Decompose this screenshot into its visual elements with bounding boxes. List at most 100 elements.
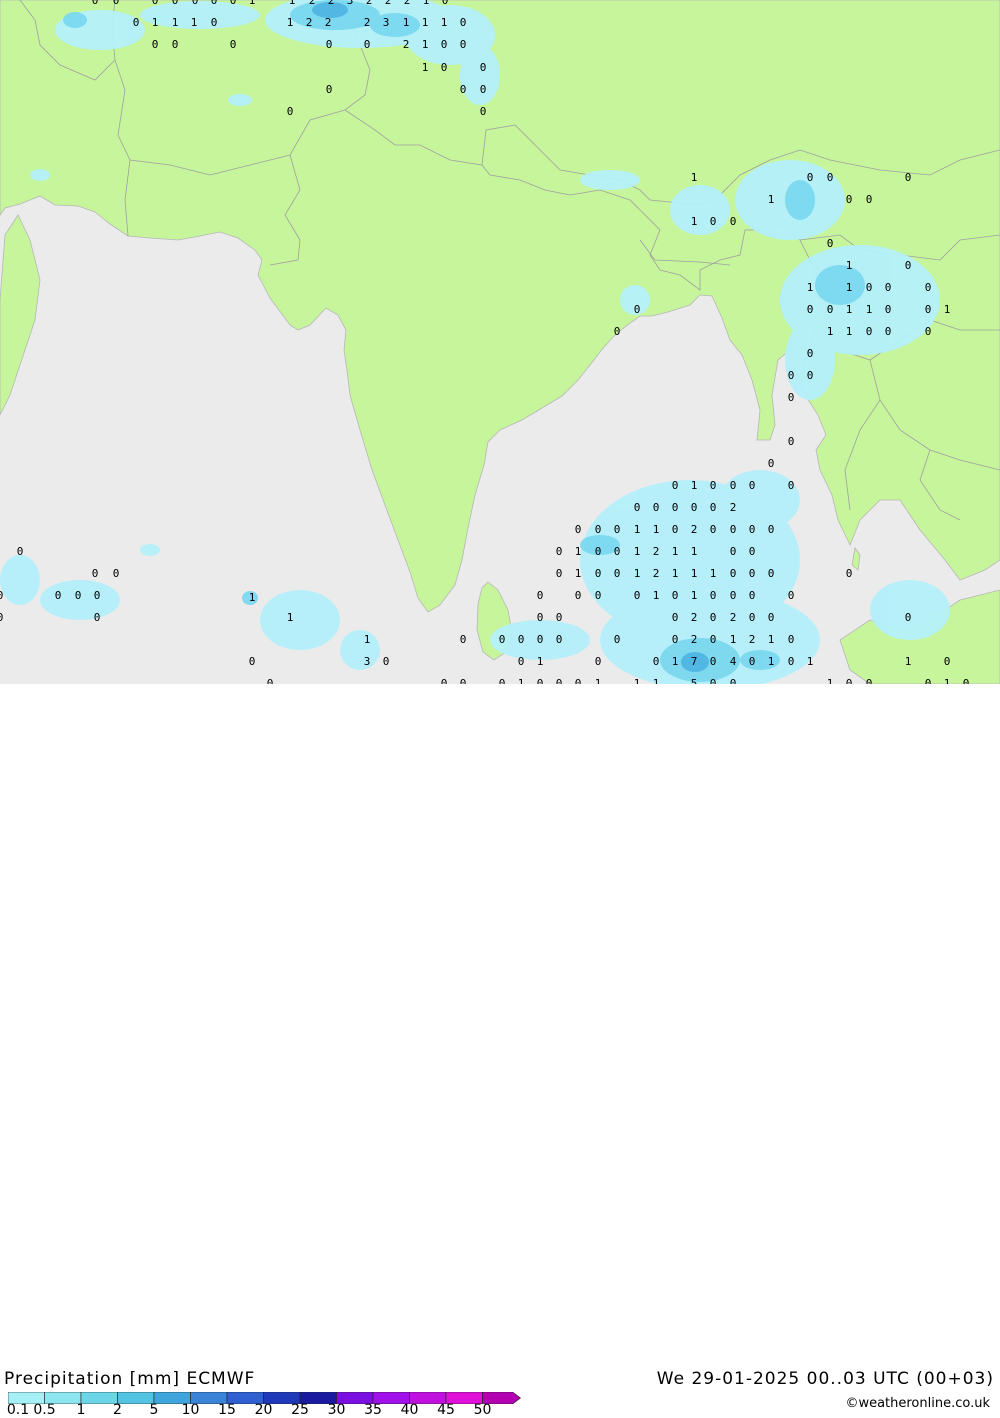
precip-value: 2 [691, 523, 698, 536]
precip-value: 1 [768, 633, 775, 646]
precip-value: 0 [0, 611, 3, 624]
precip-value: 0 [575, 523, 582, 536]
precip-value: 0 [710, 589, 717, 602]
legend-tick-label: 10 [181, 1402, 200, 1418]
precip-value: 2 [653, 545, 660, 558]
precip-value: 0 [595, 655, 602, 668]
precip-value: 0 [749, 611, 756, 624]
precip-value: 0 [807, 369, 814, 382]
precip-value: 0 [788, 655, 795, 668]
precip-value: 1 [691, 215, 698, 228]
precip-value: 1 [634, 567, 641, 580]
precip-value: 0 [672, 611, 679, 624]
precip-value: 1 [423, 0, 430, 7]
legend-tick-label: 15 [218, 1402, 236, 1418]
precip-value: 1 [653, 523, 660, 536]
precip-value: 0 [537, 633, 544, 646]
precip-value: 0 [634, 589, 641, 602]
precip-value: 0 [768, 567, 775, 580]
precip-value: 1 [672, 545, 679, 558]
precip-value: 0 [17, 545, 24, 558]
precip-value: 1 [518, 677, 525, 684]
precip-value: 0 [460, 16, 467, 29]
forecast-datetime: We 29-01-2025 00..03 UTC (00+03) [656, 1369, 994, 1389]
legend-tick-label: 0.1 [6, 1402, 30, 1418]
legend-tick-label: 0.5 [33, 1402, 56, 1418]
precip-value: 0 [267, 677, 274, 684]
precip-value: 0 [595, 523, 602, 536]
precip-value: 1 [730, 633, 737, 646]
precip-value: 1 [575, 567, 582, 580]
legend-tick-label: 5 [149, 1402, 159, 1418]
precip-value: 0 [749, 479, 756, 492]
precip-value: 0 [364, 38, 371, 51]
precip-value: 0 [287, 105, 294, 118]
precip-value: 2 [364, 16, 371, 29]
precip-value: 1 [846, 325, 853, 338]
precip-value: 1 [653, 589, 660, 602]
precip-value: 0 [460, 633, 467, 646]
precip-value: 7 [691, 655, 698, 668]
precip-value: 0 [230, 38, 237, 51]
precip-value: 3 [383, 16, 390, 29]
precip-value: 0 [672, 633, 679, 646]
precip-value: 0 [460, 38, 467, 51]
precip-value: 2 [730, 611, 737, 624]
precip-value: 1 [944, 677, 951, 684]
precip-value: 0 [672, 501, 679, 514]
precip-value: 0 [866, 325, 873, 338]
precip-value: 1 [905, 655, 912, 668]
precip-value: 1 [691, 479, 698, 492]
precip-value: 0 [460, 677, 467, 684]
precip-value: 0 [556, 545, 563, 558]
precip-value: 0 [827, 303, 834, 316]
precip-value: 0 [249, 655, 256, 668]
precip-value: 0 [730, 677, 737, 684]
legend-panel: Precipitation [mm] ECMWF We 29-01-2025 0… [0, 684, 1000, 1418]
precip-value: 0 [537, 611, 544, 624]
precip-value: 0 [113, 0, 120, 7]
precip-value: 1 [152, 16, 159, 29]
precip-value: 1 [422, 61, 429, 74]
precip-value: 1 [422, 16, 429, 29]
precip-value: 0 [730, 523, 737, 536]
precip-value: 0 [730, 589, 737, 602]
precip-value: 0 [556, 633, 563, 646]
precip-value: 0 [730, 479, 737, 492]
precip-value: 2 [366, 0, 373, 7]
precip-value: 0 [866, 193, 873, 206]
precip-value: 0 [710, 633, 717, 646]
precip-value: 0 [518, 633, 525, 646]
precip-value: 0 [133, 16, 140, 29]
legend-tick-label: 20 [254, 1402, 273, 1418]
precip-value: 0 [885, 325, 892, 338]
precip-value: 1 [691, 589, 698, 602]
precip-value: 1 [634, 545, 641, 558]
precip-value: 0 [672, 479, 679, 492]
precip-value: 0 [575, 589, 582, 602]
legend-tick-label: 25 [291, 1402, 309, 1418]
precip-value: 3 [347, 0, 354, 7]
precip-value: 0 [710, 215, 717, 228]
precip-value: 1 [634, 677, 641, 684]
precip-value: 0 [730, 215, 737, 228]
precip-value: 0 [827, 237, 834, 250]
precip-value: 0 [172, 0, 179, 7]
precip-value: 0 [537, 589, 544, 602]
precip-value: 0 [963, 677, 970, 684]
precip-value: 2 [691, 633, 698, 646]
precip-value: 0 [575, 677, 582, 684]
precip-value: 0 [807, 171, 814, 184]
legend-swatch [117, 1392, 155, 1404]
precip-value: 1 [691, 567, 698, 580]
precip-value: 0 [788, 479, 795, 492]
precip-value: 1 [249, 591, 256, 604]
precip-value: 0 [595, 589, 602, 602]
precip-value: 1 [944, 303, 951, 316]
precip-value: 1 [595, 677, 602, 684]
legend-tick-label: 40 [400, 1402, 419, 1418]
precip-value: 0 [749, 655, 756, 668]
precip-value: 1 [537, 655, 544, 668]
precip-value: 1 [289, 0, 296, 7]
precip-value: 0 [885, 281, 892, 294]
